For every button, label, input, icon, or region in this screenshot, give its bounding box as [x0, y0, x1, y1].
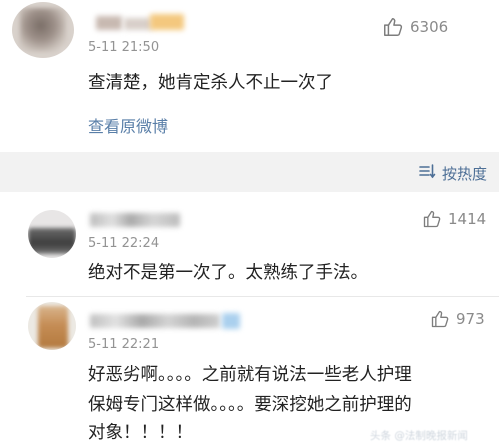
divider: [26, 296, 499, 297]
watermark: 头条 @法制晚报新闻: [370, 430, 468, 442]
reply-text: 绝对不是第一次了。太熟练了手法。: [88, 263, 368, 283]
user-badge: [150, 14, 184, 30]
sort-by-hot-button[interactable]: 按热度: [418, 162, 487, 184]
username[interactable]: [90, 213, 180, 227]
reply-like-count: 1414: [448, 210, 487, 228]
avatar[interactable]: [12, 2, 74, 58]
sort-label: 按热度: [442, 164, 488, 183]
reply-text-line: 好恶劣啊。。。。之前就有说法一些老人护理: [88, 365, 412, 385]
view-original-link[interactable]: 查看原微博: [88, 113, 168, 137]
username[interactable]: [90, 314, 220, 328]
reply-like-button[interactable]: 973: [430, 309, 485, 329]
username[interactable]: [124, 18, 152, 30]
post-timestamp: 5-11 21:50: [88, 40, 160, 55]
avatar[interactable]: [28, 210, 76, 258]
reply-timestamp: 5-11 22:24: [88, 236, 160, 251]
username[interactable]: [96, 16, 122, 30]
avatar-photo: [20, 8, 66, 52]
reply-like-button[interactable]: 1414: [422, 209, 486, 229]
post-like-button[interactable]: 6306: [382, 16, 448, 38]
reply-timestamp: 5-11 22:21: [88, 337, 160, 352]
user-badge: [222, 313, 240, 329]
post-like-count: 6306: [410, 18, 449, 36]
avatar-photo: [38, 306, 68, 348]
thumbs-up-icon: [430, 309, 450, 329]
reply-text-line: 保姆专门这样做。。。。要深挖她之前护理的: [88, 395, 412, 415]
reply-text-line: 对象！！！！: [88, 423, 193, 443]
reply-like-count: 973: [456, 310, 485, 328]
avatar-photo: [28, 228, 76, 254]
post-text: 查清楚，她肯定杀人不止一次了: [88, 73, 333, 93]
thumbs-up-icon: [382, 16, 404, 38]
sort-icon: [418, 162, 436, 184]
thumbs-up-icon: [422, 209, 442, 229]
avatar[interactable]: [28, 302, 76, 350]
